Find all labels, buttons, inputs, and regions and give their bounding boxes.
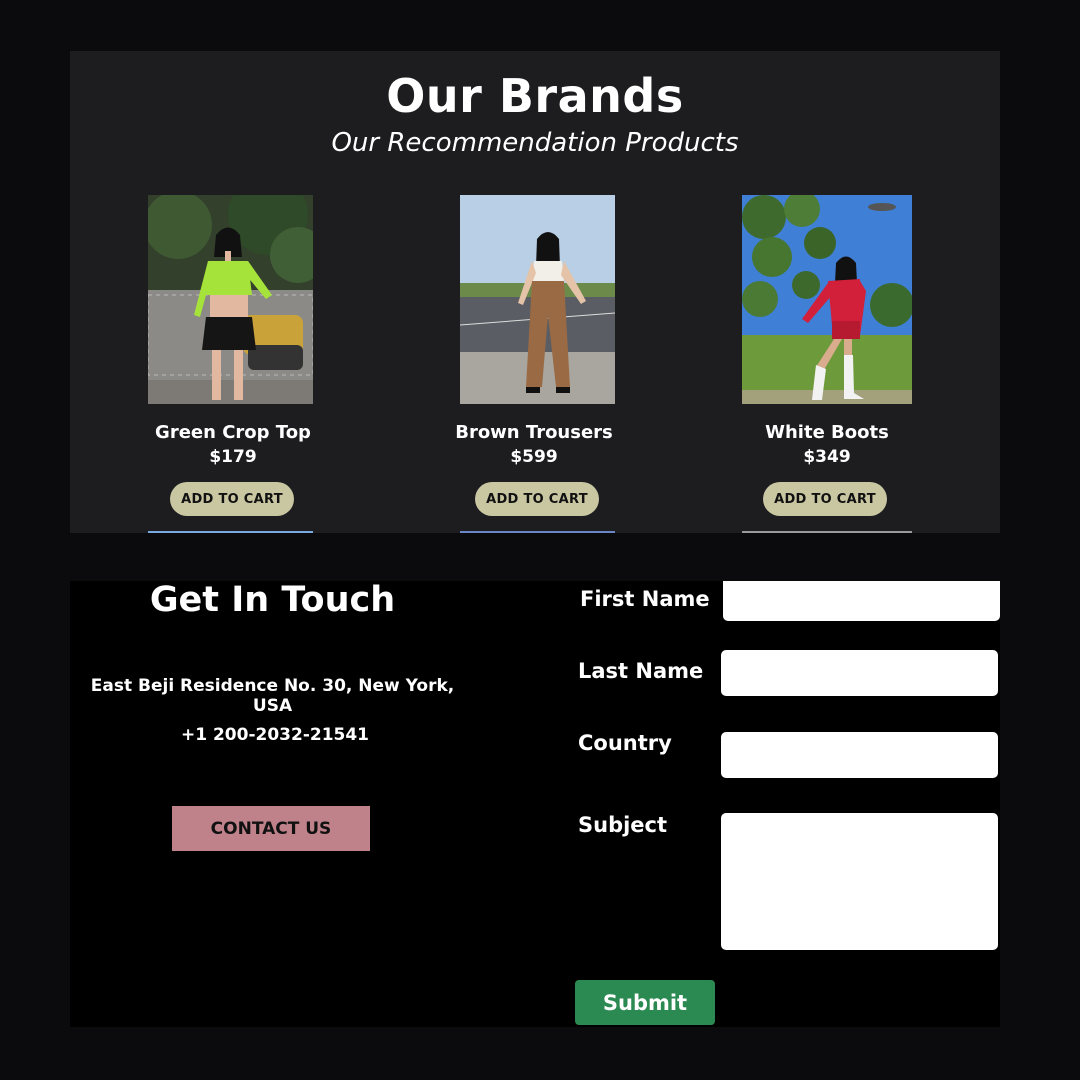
product-price: $179 [209,447,257,467]
first-name-label: First Name [580,587,710,611]
product-photo-peek [148,531,313,533]
country-label: Country [578,731,672,755]
contact-section: Get In Touch East Beji Residence No. 30,… [70,581,1000,1027]
contact-address: East Beji Residence No. 30, New York, US… [90,676,455,716]
add-to-cart-button[interactable]: ADD TO CART [475,482,599,516]
last-name-label: Last Name [578,659,704,683]
product-photo-peek [460,531,615,533]
add-to-cart-button[interactable]: ADD TO CART [170,482,294,516]
brands-section: Our Brands Our Recommendation Products G… [70,51,1000,533]
product-name: White Boots [765,422,889,443]
subject-label: Subject [578,813,668,837]
contact-phone: +1 200-2032-21541 [180,725,370,745]
subject-textarea[interactable] [721,813,998,950]
contact-us-button[interactable]: CONTACT US [172,806,370,851]
contact-title: Get In Touch [149,580,396,620]
product-photo-brown-trousers[interactable] [460,195,615,404]
product-photo-white-boots[interactable] [742,195,912,404]
product-photo-green-crop-top[interactable] [148,195,313,404]
product-price: $349 [803,447,851,467]
product-photo-peek [742,531,912,533]
product-name: Green Crop Top [155,422,311,443]
last-name-field[interactable] [721,650,998,696]
brands-title: Our Brands [386,69,684,123]
product-price: $599 [510,447,558,467]
add-to-cart-button[interactable]: ADD TO CART [763,482,887,516]
country-field[interactable] [721,732,998,778]
brands-subtitle: Our Recommendation Products [331,128,739,158]
submit-button[interactable]: Submit [575,980,715,1025]
product-name: Brown Trousers [455,422,613,443]
first-name-field[interactable] [723,581,1000,621]
